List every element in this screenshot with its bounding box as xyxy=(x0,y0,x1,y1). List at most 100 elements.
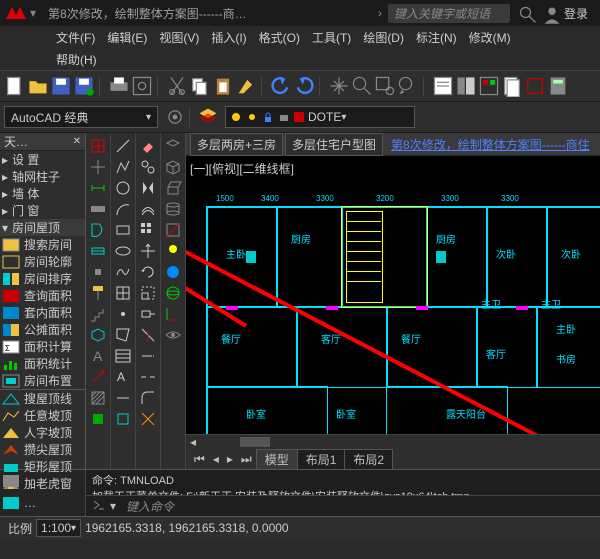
feat-areastat[interactable]: 面积统计 xyxy=(0,355,85,372)
paint-icon[interactable] xyxy=(89,284,107,302)
feat-roomsort[interactable]: 房间排序 xyxy=(0,270,85,287)
panel-close-icon[interactable]: ✕ xyxy=(73,136,81,147)
orbit-icon[interactable] xyxy=(164,284,182,302)
sheetset-icon[interactable] xyxy=(501,75,523,97)
feat-extra-2[interactable]: … xyxy=(0,492,85,514)
command-input[interactable]: ▾ 键入命令 xyxy=(86,495,600,516)
feat-innerarea[interactable]: 套内面积 xyxy=(0,304,85,321)
layout-nav-prev-icon[interactable]: ◂ xyxy=(209,452,223,466)
fillet-icon[interactable] xyxy=(139,389,157,407)
preview-icon[interactable] xyxy=(131,75,153,97)
cat-roomroof[interactable]: ▾房间屋顶 xyxy=(0,219,85,236)
room3d-icon[interactable] xyxy=(89,326,107,344)
rect-icon[interactable] xyxy=(114,221,132,239)
move-icon[interactable] xyxy=(139,242,157,260)
circle-icon[interactable] xyxy=(114,179,132,197)
region-icon[interactable] xyxy=(114,326,132,344)
new-file-icon[interactable] xyxy=(4,75,26,97)
layer-dropdown[interactable]: DOTE ▾ xyxy=(225,106,415,128)
match-icon[interactable] xyxy=(235,75,257,97)
menu-format[interactable]: 格式(O) xyxy=(253,29,306,46)
axis-icon[interactable] xyxy=(89,158,107,176)
vis-icon[interactable] xyxy=(164,326,182,344)
feat2-pyramid[interactable]: 攒尖屋顶 xyxy=(0,441,85,458)
ws-gear-icon[interactable] xyxy=(164,106,186,128)
login-link[interactable]: 登录 xyxy=(564,5,596,22)
cat-axis[interactable]: ▸轴网柱子 xyxy=(0,168,85,185)
mtext-icon[interactable]: A xyxy=(114,368,132,386)
toolpalette-icon[interactable] xyxy=(478,75,500,97)
door-icon[interactable] xyxy=(89,221,107,239)
menu-view[interactable]: 视图(V) xyxy=(153,29,205,46)
layer-manager-icon[interactable] xyxy=(197,106,219,128)
feat2-gable[interactable]: 人字坡顶 xyxy=(0,424,85,441)
status-scale-dropdown[interactable]: 1:100 ▾ xyxy=(36,519,81,537)
arrow-icon[interactable] xyxy=(89,368,107,386)
menu-modify[interactable]: 修改(M) xyxy=(463,29,517,46)
stair-vicon[interactable] xyxy=(89,305,107,323)
render-icon[interactable] xyxy=(164,263,182,281)
feat2-anyslope[interactable]: 任意坡顶 xyxy=(0,407,85,424)
copy-icon[interactable] xyxy=(189,75,211,97)
scroll-thumb[interactable] xyxy=(240,437,270,447)
layout-nav-first-icon[interactable]: ⏮ xyxy=(190,452,209,467)
saveas-icon[interactable] xyxy=(73,75,95,97)
menu-insert[interactable]: 插入(I) xyxy=(205,29,252,46)
paste-icon[interactable] xyxy=(212,75,234,97)
help-search-input[interactable]: 键入关键字或短语 xyxy=(388,4,510,23)
menu-file[interactable]: 文件(F) xyxy=(50,29,101,46)
feat-sharedarea[interactable]: 公摊面积 xyxy=(0,321,85,338)
ellipse-icon[interactable] xyxy=(114,242,132,260)
block-v-icon[interactable] xyxy=(89,410,107,428)
array-icon[interactable] xyxy=(139,221,157,239)
calc-icon[interactable] xyxy=(547,75,569,97)
save-icon[interactable] xyxy=(50,75,72,97)
horizontal-scrollbar[interactable]: ◂ xyxy=(186,434,600,449)
table-icon[interactable] xyxy=(114,347,132,365)
point-icon[interactable] xyxy=(114,305,132,323)
drawing-viewport[interactable]: [一][俯视][二维线框] xyxy=(186,156,600,434)
zoom-icon[interactable] xyxy=(351,75,373,97)
explode-icon[interactable] xyxy=(139,410,157,428)
pan-icon[interactable] xyxy=(328,75,350,97)
feat2-roofline[interactable]: 搜屋顶线 xyxy=(0,390,85,407)
extend-icon[interactable] xyxy=(139,347,157,365)
menu-help[interactable]: 帮助(H) xyxy=(50,51,103,68)
layout-tab-2[interactable]: 布局2 xyxy=(344,449,393,470)
wall-icon[interactable] xyxy=(89,200,107,218)
box-icon[interactable] xyxy=(164,158,182,176)
feat-roomoutline[interactable]: 房间轮廓 xyxy=(0,253,85,270)
menu-draw[interactable]: 绘图(D) xyxy=(357,29,410,46)
layout-tab-1[interactable]: 布局1 xyxy=(297,449,346,470)
trim-icon[interactable] xyxy=(139,326,157,344)
dim-icon[interactable] xyxy=(89,179,107,197)
scale-icon[interactable] xyxy=(139,284,157,302)
doc-tab-1[interactable]: 多层住宅户型图 xyxy=(285,133,383,156)
revolve-icon[interactable] xyxy=(164,200,182,218)
section-icon[interactable] xyxy=(164,221,182,239)
text-icon[interactable]: A xyxy=(89,347,107,365)
scroll-left-icon[interactable]: ◂ xyxy=(186,435,200,449)
feat-searchroom[interactable]: 搜索房间 xyxy=(0,236,85,253)
copy2-icon[interactable] xyxy=(139,158,157,176)
feat-queryarea[interactable]: 查询面积 xyxy=(0,287,85,304)
cut-icon[interactable] xyxy=(166,75,188,97)
window-icon[interactable] xyxy=(89,242,107,260)
spline-icon[interactable] xyxy=(114,263,132,281)
hatch-icon[interactable] xyxy=(114,284,132,302)
cat-wall[interactable]: ▸墙 体 xyxy=(0,185,85,202)
markup-icon[interactable] xyxy=(524,75,546,97)
column-icon[interactable] xyxy=(89,263,107,281)
undo-icon[interactable] xyxy=(270,75,292,97)
dim-lin-icon[interactable] xyxy=(114,389,132,407)
block-icon[interactable] xyxy=(114,410,132,428)
hatch-v-icon[interactable] xyxy=(89,389,107,407)
title-link-chevron-icon[interactable]: › xyxy=(378,6,382,20)
line-icon[interactable] xyxy=(114,137,132,155)
extrude-icon[interactable] xyxy=(164,179,182,197)
properties-icon[interactable] xyxy=(432,75,454,97)
doc-tab-0[interactable]: 多层两房+三房 xyxy=(190,133,283,156)
workspace-dropdown[interactable]: AutoCAD 经典 ▾ xyxy=(4,106,158,128)
zoomprev-icon[interactable] xyxy=(397,75,419,97)
designcenter-icon[interactable] xyxy=(455,75,477,97)
